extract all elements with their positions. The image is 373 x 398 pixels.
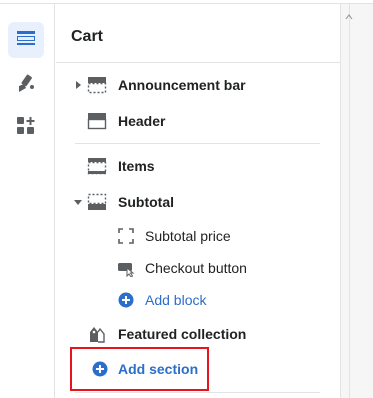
block-label: Checkout button bbox=[145, 260, 247, 276]
caret-down-icon[interactable] bbox=[71, 195, 85, 209]
left-icon-rail bbox=[0, 4, 55, 398]
subtotal-icon bbox=[87, 192, 107, 212]
section-header[interactable]: Header bbox=[60, 106, 336, 136]
button-cursor-icon bbox=[116, 258, 136, 278]
add-section-label: Add section bbox=[118, 361, 199, 377]
add-section-button[interactable]: Add section bbox=[70, 347, 209, 391]
tags-icon bbox=[87, 324, 107, 344]
sections-icon bbox=[15, 28, 37, 53]
dashed-square-icon bbox=[116, 226, 136, 246]
page-title: Cart bbox=[71, 28, 104, 45]
section-featured-collection[interactable]: Featured collection bbox=[60, 319, 336, 349]
section-label: Items bbox=[118, 158, 155, 174]
sections-rail-button[interactable] bbox=[8, 22, 44, 58]
announcement-bar-icon bbox=[87, 75, 107, 95]
plus-circle-icon bbox=[90, 359, 110, 379]
plus-circle-icon bbox=[116, 290, 136, 310]
section-label: Announcement bar bbox=[118, 77, 246, 93]
section-items[interactable]: Items bbox=[60, 151, 336, 181]
divider bbox=[56, 62, 340, 63]
add-block-button[interactable]: Add block bbox=[114, 286, 334, 314]
add-block-label: Add block bbox=[145, 292, 207, 308]
app-blocks-rail-button[interactable] bbox=[8, 110, 44, 146]
section-announcement-bar[interactable]: Announcement bar bbox=[60, 70, 336, 100]
preview-strip bbox=[340, 4, 373, 398]
section-subtotal[interactable]: Subtotal bbox=[60, 187, 336, 217]
section-label: Featured collection bbox=[118, 326, 247, 342]
items-icon bbox=[87, 156, 107, 176]
block-subtotal-price[interactable]: Subtotal price bbox=[114, 222, 334, 250]
app-blocks-icon bbox=[15, 115, 37, 142]
block-label: Subtotal price bbox=[145, 228, 231, 244]
theme-settings-brush-icon bbox=[15, 72, 37, 99]
theme-settings-rail-button[interactable] bbox=[8, 67, 44, 103]
caret-right-icon[interactable] bbox=[71, 78, 85, 92]
chevron-up-icon[interactable] bbox=[345, 8, 353, 20]
header-icon bbox=[87, 111, 107, 131]
block-checkout-button[interactable]: Checkout button bbox=[114, 254, 334, 282]
divider bbox=[75, 392, 320, 393]
top-border bbox=[0, 0, 373, 4]
section-label: Header bbox=[118, 113, 166, 129]
divider bbox=[75, 143, 320, 144]
section-label: Subtotal bbox=[118, 194, 174, 210]
